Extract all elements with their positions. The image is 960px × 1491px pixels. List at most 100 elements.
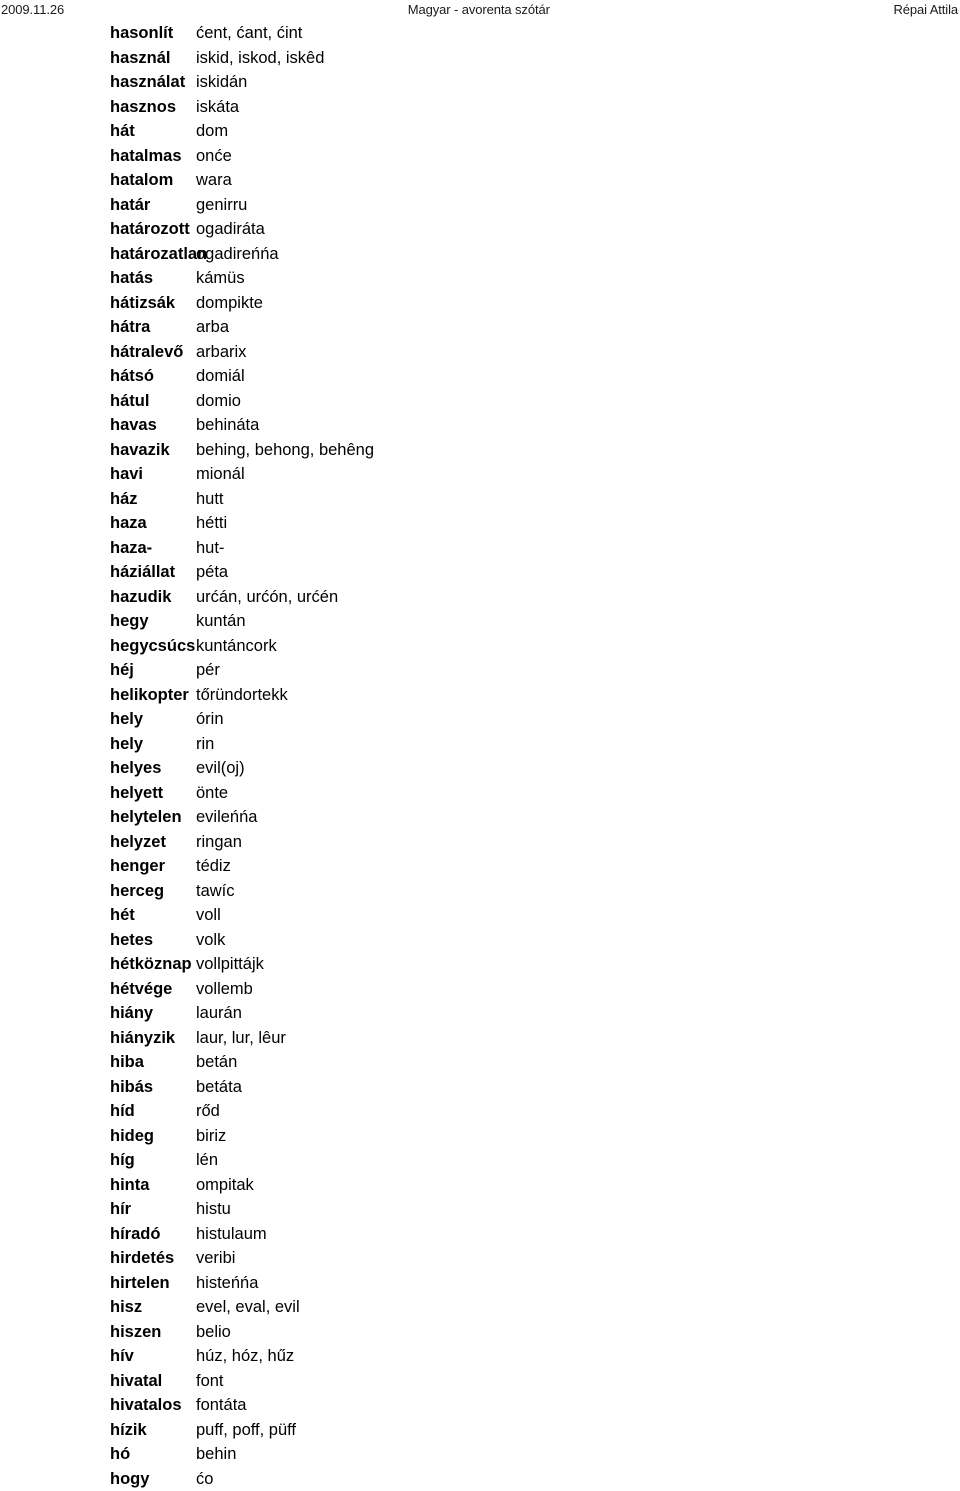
dictionary-term: hiány [0,1001,196,1026]
dictionary-term: híradó [0,1222,196,1247]
dictionary-term: hely [0,707,196,732]
dictionary-row: hétvoll [0,903,960,928]
dictionary-term: hír [0,1197,196,1222]
dictionary-definition: kámüs [196,266,960,291]
dictionary-definition: pér [196,658,960,683]
dictionary-row: hercegtawíc [0,879,960,904]
dictionary-term: híd [0,1099,196,1124]
dictionary-term: haza [0,511,196,536]
dictionary-row: hátdom [0,119,960,144]
dictionary-row: hibabetán [0,1050,960,1075]
dictionary-term: havi [0,462,196,487]
dictionary-term: hirdetés [0,1246,196,1271]
dictionary-term: havas [0,413,196,438]
dictionary-row: határgenirru [0,193,960,218]
dictionary-definition: péta [196,560,960,585]
dictionary-row: helyrin [0,732,960,757]
dictionary-row: hintaompitak [0,1173,960,1198]
dictionary-row: helyettönte [0,781,960,806]
dictionary-definition: biriz [196,1124,960,1149]
dictionary-row: helikoptertőründortekk [0,683,960,708]
dictionary-term: hiba [0,1050,196,1075]
dictionary-term: hátra [0,315,196,340]
dictionary-term: határozott [0,217,196,242]
dictionary-row: hazahétti [0,511,960,536]
dictionary-term: hinta [0,1173,196,1198]
dictionary-definition: laurán [196,1001,960,1026]
dictionary-row: héjpér [0,658,960,683]
dictionary-term: hó [0,1442,196,1467]
dictionary-definition: behing, behong, behêng [196,438,960,463]
header-author: Répai Attila [893,1,960,19]
dictionary-term: határozatlan [0,242,196,267]
dictionary-term: ház [0,487,196,512]
dictionary-row: helyesevil(oj) [0,756,960,781]
dictionary-row: használiskid, iskod, iskêd [0,46,960,71]
dictionary-row: hiányziklaur, lur, lêur [0,1026,960,1051]
dictionary-row: hegycsúcskuntáncork [0,634,960,659]
dictionary-term: háziállat [0,560,196,585]
dictionary-row: hátsódomiál [0,364,960,389]
dictionary-term: helyzet [0,830,196,855]
dictionary-entry-list: hasonlítćent, ćant, ćinthasználiskid, is… [0,21,960,1491]
dictionary-definition: ćo [196,1467,960,1491]
dictionary-definition: evil(oj) [196,756,960,781]
dictionary-definition: hutt [196,487,960,512]
dictionary-definition: dom [196,119,960,144]
dictionary-definition: onće [196,144,960,169]
dictionary-row: határozottogadiráta [0,217,960,242]
dictionary-definition: urćán, urćón, urćén [196,585,960,610]
dictionary-term: hiányzik [0,1026,196,1051]
header-date: 2009.11.26 [0,1,64,19]
dictionary-row: híradóhistulaum [0,1222,960,1247]
dictionary-row: hírhistu [0,1197,960,1222]
dictionary-definition: betán [196,1050,960,1075]
dictionary-definition: vollpittájk [196,952,960,977]
page-header: 2009.11.26 Magyar - avorenta szótár Répa… [0,0,960,22]
dictionary-row: hiánylaurán [0,1001,960,1026]
dictionary-definition: húz, hóz, hűz [196,1344,960,1369]
dictionary-definition: genirru [196,193,960,218]
dictionary-term: hivatal [0,1369,196,1394]
dictionary-term: határ [0,193,196,218]
dictionary-row: hirdetésveribi [0,1246,960,1271]
dictionary-term: hirtelen [0,1271,196,1296]
dictionary-definition: histu [196,1197,960,1222]
dictionary-term: hét [0,903,196,928]
dictionary-definition: iskid, iskod, iskêd [196,46,960,71]
dictionary-definition: belio [196,1320,960,1345]
dictionary-row: hátuldomio [0,389,960,414]
dictionary-term: haza- [0,536,196,561]
dictionary-row: hízikpuff, poff, püff [0,1418,960,1443]
dictionary-row: hengertédiz [0,854,960,879]
dictionary-term: hétköznap [0,952,196,977]
dictionary-term: helytelen [0,805,196,830]
dictionary-definition: arba [196,315,960,340]
dictionary-term: havazik [0,438,196,463]
dictionary-term: hegy [0,609,196,634]
dictionary-definition: font [196,1369,960,1394]
dictionary-term: hiszen [0,1320,196,1345]
dictionary-term: henger [0,854,196,879]
dictionary-definition: domiál [196,364,960,389]
dictionary-term: hátizsák [0,291,196,316]
dictionary-definition: lén [196,1148,960,1173]
dictionary-definition: fontáta [196,1393,960,1418]
dictionary-definition: mionál [196,462,960,487]
dictionary-row: hogyćo [0,1467,960,1491]
dictionary-definition: wara [196,168,960,193]
dictionary-term: héj [0,658,196,683]
dictionary-definition: behin [196,1442,960,1467]
dictionary-row: hivatalfont [0,1369,960,1394]
dictionary-row: hatalmasonće [0,144,960,169]
header-title: Magyar - avorenta szótár [64,1,893,19]
dictionary-row: hívhúz, hóz, hűz [0,1344,960,1369]
dictionary-definition: volk [196,928,960,953]
dictionary-definition: rőd [196,1099,960,1124]
dictionary-definition: önte [196,781,960,806]
dictionary-row: havimionál [0,462,960,487]
dictionary-term: hogy [0,1467,196,1491]
dictionary-definition: ogadireńńa [196,242,960,267]
dictionary-definition: vollemb [196,977,960,1002]
dictionary-term: hátul [0,389,196,414]
